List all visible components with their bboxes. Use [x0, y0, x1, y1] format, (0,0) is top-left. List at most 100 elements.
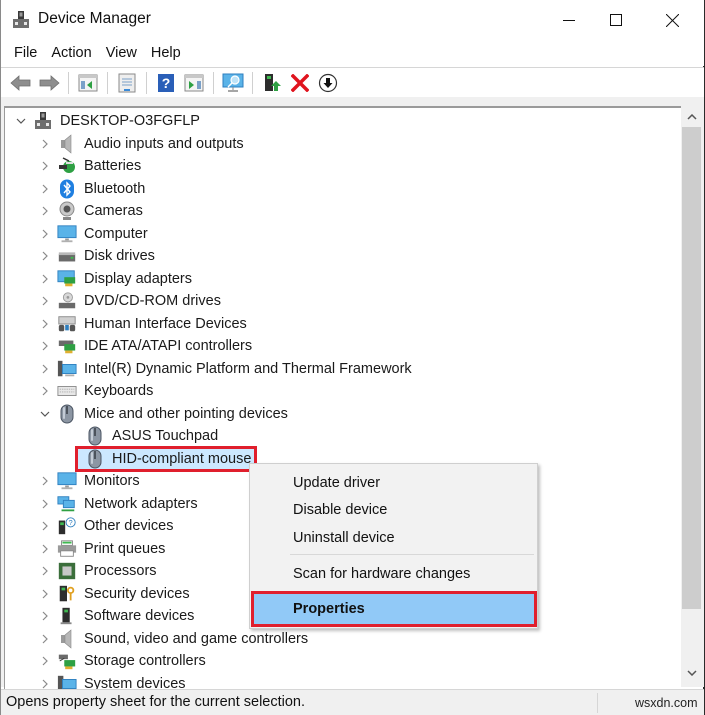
tree-category-dvd-cd-rom-drives[interactable]: DVD/CD-ROM drives	[39, 290, 221, 313]
back-button[interactable]	[9, 71, 33, 95]
bluetooth-icon	[57, 179, 77, 199]
menu-item-properties[interactable]: Properties	[252, 595, 536, 622]
collapse-chevron-icon[interactable]	[15, 115, 27, 127]
expand-chevron-icon[interactable]	[39, 160, 51, 172]
disable-device-button[interactable]	[316, 71, 340, 95]
menu-item-disable-device[interactable]: Disable device	[252, 496, 536, 523]
expand-chevron-icon[interactable]	[39, 565, 51, 577]
expand-chevron-icon[interactable]	[39, 228, 51, 240]
properties-toolbar-button[interactable]	[115, 71, 139, 95]
tree-category-display-adapters[interactable]: Display adapters	[39, 268, 192, 291]
toolbar-separator	[107, 71, 108, 94]
menu-separator	[290, 554, 534, 555]
expand-chevron-icon[interactable]	[39, 138, 51, 150]
tree-category-other-devices[interactable]: ? Other devices	[39, 515, 173, 538]
expand-chevron-icon[interactable]	[39, 520, 51, 532]
tree-item-label: IDE ATA/ATAPI controllers	[84, 338, 253, 355]
tree-item-label: Security devices	[84, 585, 190, 602]
tree-item-label: DVD/CD-ROM drives	[84, 293, 221, 310]
device-manager-app-icon	[12, 10, 30, 30]
expand-chevron-icon[interactable]	[39, 295, 51, 307]
expand-chevron-icon[interactable]	[39, 340, 51, 352]
tree-category-processors[interactable]: Processors	[39, 560, 157, 583]
update-driver-button[interactable]	[260, 71, 284, 95]
expand-chevron-icon[interactable]	[39, 183, 51, 195]
tree-category-print-queues[interactable]: Print queues	[39, 538, 165, 561]
tree-category-disk-drives[interactable]: Disk drives	[39, 245, 155, 268]
tree-category-mice-and-other-pointing-devices[interactable]: Mice and other pointing devices	[39, 403, 288, 426]
disk-drive-icon	[57, 246, 77, 266]
tree-item-label: Software devices	[84, 608, 195, 625]
battery-icon	[57, 156, 77, 176]
tree-category-sound-video-and-game-controllers[interactable]: Sound, video and game controllers	[39, 628, 308, 651]
scroll-down-button[interactable]	[681, 662, 702, 683]
tree-item-label: Network adapters	[84, 495, 198, 512]
title-bar[interactable]: Device Manager	[1, 0, 704, 40]
tree-category-audio-inputs-and-outputs[interactable]: Audio inputs and outputs	[39, 133, 244, 156]
tree-category-cameras[interactable]: Cameras	[39, 200, 143, 223]
expand-chevron-icon[interactable]	[39, 273, 51, 285]
expand-chevron-icon[interactable]	[39, 678, 51, 690]
forward-button[interactable]	[37, 71, 61, 95]
menu-item-scan-hardware-changes[interactable]: Scan for hardware changes	[252, 560, 536, 587]
expand-chevron-icon[interactable]	[39, 633, 51, 645]
tree-category-bluetooth[interactable]: Bluetooth	[39, 178, 145, 201]
show-hide-action-pane-button[interactable]	[182, 71, 206, 95]
expand-chevron-icon[interactable]	[39, 655, 51, 667]
toolbar-separator	[146, 71, 147, 94]
tree-category-monitors[interactable]: Monitors	[39, 470, 140, 493]
close-button[interactable]	[649, 0, 695, 40]
scroll-up-button[interactable]	[681, 106, 702, 127]
expand-chevron-icon[interactable]	[39, 475, 51, 487]
menu-item-uninstall-device[interactable]: Uninstall device	[252, 524, 536, 551]
expand-chevron-icon[interactable]	[39, 498, 51, 510]
software-device-icon	[57, 606, 77, 626]
expand-chevron-icon[interactable]	[39, 588, 51, 600]
expand-chevron-icon[interactable]	[39, 205, 51, 217]
tree-category-storage-controllers[interactable]: Storage controllers	[39, 650, 206, 673]
scrollbar-thumb[interactable]	[682, 127, 701, 609]
menu-file[interactable]: File	[7, 40, 44, 66]
collapse-chevron-icon[interactable]	[39, 408, 51, 420]
help-button[interactable]: ?	[154, 71, 178, 95]
mouse-icon	[85, 426, 105, 446]
help-icon: ?	[158, 73, 174, 92]
maximize-button[interactable]	[593, 0, 639, 40]
tree-category-intel-r-dynamic-platform-and-thermal-framework[interactable]: Intel(R) Dynamic Platform and Thermal Fr…	[39, 358, 412, 381]
tree-category-software-devices[interactable]: Software devices	[39, 605, 194, 628]
minimize-button[interactable]	[546, 0, 592, 40]
expand-chevron-icon[interactable]	[39, 318, 51, 330]
scan-hardware-changes-button[interactable]	[221, 71, 245, 95]
expand-chevron-icon[interactable]	[39, 363, 51, 375]
expand-chevron-icon[interactable]	[39, 610, 51, 622]
tree-device-asus-touchpad[interactable]: ASUS Touchpad	[85, 425, 218, 448]
monitor-icon	[57, 224, 77, 244]
tree-category-ide-ata-atapi-controllers[interactable]: IDE ATA/ATAPI controllers	[39, 335, 252, 358]
tree-item-label: Bluetooth	[84, 180, 146, 197]
tree-device-hid-compliant-mouse[interactable]: HID-compliant mouse	[85, 448, 251, 471]
uninstall-device-button[interactable]	[288, 71, 312, 95]
svg-text:?: ?	[69, 518, 73, 527]
expand-chevron-icon[interactable]	[39, 543, 51, 555]
tree-category-computer[interactable]: Computer	[39, 223, 148, 246]
expand-chevron-icon[interactable]	[39, 385, 51, 397]
menu-item-update-driver[interactable]: Update driver	[252, 469, 536, 496]
menu-view[interactable]: View	[99, 40, 144, 66]
watermark: wsxdn.com	[635, 696, 698, 710]
show-hide-console-tree-button[interactable]	[76, 71, 100, 95]
expand-chevron-icon[interactable]	[39, 250, 51, 262]
status-bar: Opens property sheet for the current sel…	[1, 689, 704, 715]
tree-item-label: Keyboards	[84, 383, 154, 400]
hid-icon	[57, 314, 77, 334]
security-device-icon	[57, 584, 77, 604]
tree-category-security-devices[interactable]: Security devices	[39, 583, 190, 606]
tree-root-computer[interactable]: DESKTOP-O3FGFLP	[15, 110, 200, 133]
menu-help[interactable]: Help	[144, 40, 188, 66]
tree-category-human-interface-devices[interactable]: Human Interface Devices	[39, 313, 247, 336]
tree-category-keyboards[interactable]: Keyboards	[39, 380, 153, 403]
tree-category-network-adapters[interactable]: Network adapters	[39, 493, 198, 516]
menu-action[interactable]: Action	[44, 40, 98, 66]
window-title: Device Manager	[38, 10, 151, 27]
vertical-scrollbar[interactable]	[681, 106, 702, 683]
tree-category-batteries[interactable]: Batteries	[39, 155, 141, 178]
